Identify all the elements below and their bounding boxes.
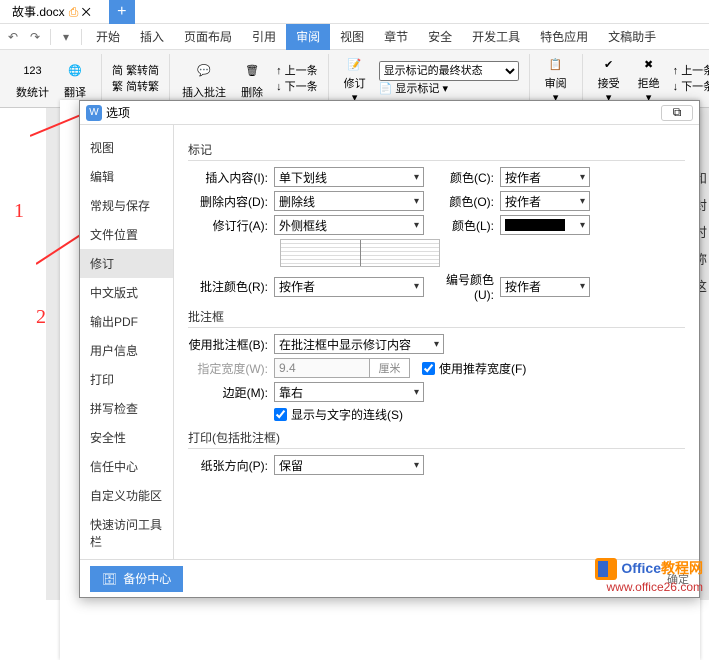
color-l-select[interactable] (500, 215, 590, 235)
close-button[interactable]: ⧉ (661, 105, 693, 121)
comment-color-label: 批注颜色(R): (188, 278, 274, 295)
word-count-button[interactable]: 123数统计 (10, 54, 55, 104)
width-unit: 厘米 (370, 358, 410, 378)
rec-width-label: 使用推荐宽度(F) (439, 360, 526, 377)
insert-comment-button[interactable]: 💬插入批注 (176, 54, 232, 104)
width-input (274, 358, 370, 378)
nav-userinfo[interactable]: 用户信息 (80, 336, 173, 365)
show-lines-checkbox[interactable] (274, 408, 287, 421)
tab-assist[interactable]: 文稿助手 (598, 24, 666, 50)
nav-view[interactable]: 视图 (80, 133, 173, 162)
color-c-label: 颜色(C): (440, 169, 500, 186)
new-tab-button[interactable]: + (109, 0, 135, 24)
reject-button[interactable]: ✖拒绝▾ (629, 54, 669, 104)
dialog-title: 选项 (106, 104, 130, 121)
delete-label: 删除内容(D): (188, 193, 274, 210)
tab-security[interactable]: 安全 (418, 24, 462, 50)
tab-special[interactable]: 特色应用 (530, 24, 598, 50)
color-swatch (505, 219, 565, 231)
document-tab[interactable]: 故事.docx⎙ ✕ (0, 3, 103, 20)
nav-general[interactable]: 常规与保存 (80, 191, 173, 220)
pin-icon[interactable]: ⎙ (69, 5, 79, 19)
number-color-select[interactable]: 按作者 (500, 277, 590, 297)
insert-select[interactable]: 单下划线 (274, 167, 424, 187)
backup-icon: 🗄 (102, 572, 117, 586)
use-balloon-label: 使用批注框(B): (188, 336, 274, 353)
nav-edit[interactable]: 编辑 (80, 162, 173, 191)
nav-changes[interactable]: ↑ 上一条 ↓ 下一条 (669, 63, 709, 95)
delete-select[interactable]: 删除线 (274, 191, 424, 211)
preview-box (280, 239, 440, 267)
undo-button[interactable]: ↶ (2, 26, 24, 48)
track-changes-button[interactable]: 📝修订▾ (335, 54, 375, 104)
insert-label: 插入内容(I): (188, 169, 274, 186)
display-mode-select[interactable]: 显示标记的最终状态 (379, 61, 519, 81)
nav-qat[interactable]: 快速访问工具栏 (80, 510, 173, 556)
watermark: Office教程网 www.office26.com (595, 558, 703, 594)
wps-icon: W (86, 105, 102, 121)
nav-spell[interactable]: 拼写检查 (80, 394, 173, 423)
width-label: 指定宽度(W): (188, 360, 274, 377)
review-pane-button[interactable]: 📋审阅▾ (536, 54, 576, 104)
options-dialog: W 选项 ⧉ 视图 编辑 常规与保存 文件位置 修订 中文版式 输出PDF 用户… (79, 100, 700, 598)
rec-width-checkbox[interactable] (422, 362, 435, 375)
nav-cjk[interactable]: 中文版式 (80, 278, 173, 307)
revise-line-select[interactable]: 外侧框线 (274, 215, 424, 235)
color-o-select[interactable]: 按作者 (500, 191, 590, 211)
show-lines-label: 显示与文字的连线(S) (291, 406, 403, 423)
nav-filelocation[interactable]: 文件位置 (80, 220, 173, 249)
nav-trust[interactable]: 信任中心 (80, 452, 173, 481)
tab-chapter[interactable]: 章节 (374, 24, 418, 50)
tab-start[interactable]: 开始 (86, 24, 130, 50)
tab-view[interactable]: 视图 (330, 24, 374, 50)
nav-print[interactable]: 打印 (80, 365, 173, 394)
color-o-label: 颜色(O): (440, 193, 500, 210)
accept-button[interactable]: ✔接受▾ (589, 54, 629, 104)
margin-select[interactable]: 靠右 (274, 382, 424, 402)
nav-security[interactable]: 安全性 (80, 423, 173, 452)
doc-name: 故事.docx (12, 5, 65, 19)
dialog-titlebar: W 选项 ⧉ (80, 101, 699, 125)
delete-comment-button[interactable]: 🗑删除 (232, 54, 272, 104)
number-color-label: 编号颜色(U): (440, 271, 500, 302)
menu-bar: ↶ ↷ ▾ 开始 插入 页面布局 引用 审阅 视图 章节 安全 开发工具 特色应… (0, 24, 709, 50)
color-l-label: 颜色(L): (440, 217, 500, 234)
margin-label: 边距(M): (188, 384, 274, 401)
dropdown-icon[interactable]: ▾ (55, 26, 77, 48)
print-section-header: 打印(包括批注框) (188, 429, 685, 446)
convert-group[interactable]: 简 繁转简 繁 简转繁 (108, 63, 163, 95)
nav-customribbon[interactable]: 自定义功能区 (80, 481, 173, 510)
balloon-section-header: 批注框 (188, 308, 685, 325)
backup-center-button[interactable]: 🗄备份中心 (90, 566, 183, 592)
mark-section-header: 标记 (188, 141, 685, 158)
comment-color-select[interactable]: 按作者 (274, 277, 424, 297)
nav-pdf[interactable]: 输出PDF (80, 307, 173, 336)
annotation-2: 2 (36, 306, 46, 329)
annotation-1: 1 (14, 200, 24, 223)
title-bar: 故事.docx⎙ ✕ + (0, 0, 709, 24)
paper-dir-label: 纸张方向(P): (188, 457, 274, 474)
options-nav: 视图 编辑 常规与保存 文件位置 修订 中文版式 输出PDF 用户信息 打印 拼… (80, 125, 174, 559)
show-marks-button[interactable]: 📄 显示标记 ▾ (379, 81, 519, 97)
color-c-select[interactable]: 按作者 (500, 167, 590, 187)
nav-revision[interactable]: 修订 (80, 249, 173, 278)
paper-dir-select[interactable]: 保留 (274, 455, 424, 475)
nav-comments[interactable]: ↑ 上一条 ↓ 下一条 (272, 63, 322, 95)
tab-layout[interactable]: 页面布局 (174, 24, 242, 50)
redo-button[interactable]: ↷ (24, 26, 46, 48)
tab-dev[interactable]: 开发工具 (462, 24, 530, 50)
office-icon (595, 558, 617, 580)
tab-insert[interactable]: 插入 (130, 24, 174, 50)
translate-button[interactable]: 🌐翻译 (55, 54, 95, 104)
tab-review[interactable]: 审阅 (286, 24, 330, 50)
use-balloon-select[interactable]: 在批注框中显示修订内容 (274, 334, 444, 354)
revise-line-label: 修订行(A): (188, 217, 274, 234)
tab-ref[interactable]: 引用 (242, 24, 286, 50)
options-content: 标记 插入内容(I): 单下划线 颜色(C): 按作者 删除内容(D): 删除线… (174, 125, 699, 559)
width-spinner[interactable]: 厘米 (274, 358, 410, 378)
